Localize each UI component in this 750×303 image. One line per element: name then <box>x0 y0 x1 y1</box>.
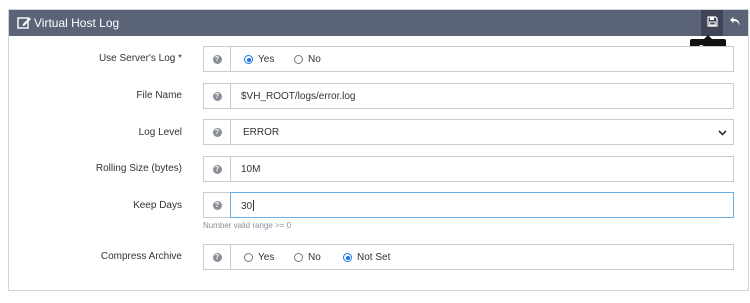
use-server-log-radio-group: Yes No <box>230 46 734 72</box>
rolling-size-label: Rolling Size (bytes) <box>95 163 182 174</box>
undo-arrow-icon <box>729 16 741 30</box>
log-level-select[interactable]: ERROR <box>230 119 734 145</box>
compress-archive-not-set-radio[interactable]: Not Set <box>343 252 390 263</box>
compress-archive-yes-radio[interactable]: Yes <box>244 252 274 263</box>
file-name-input[interactable]: $VH_ROOT/logs/error.log <box>230 83 734 109</box>
compress-archive-label: Compress Archive <box>100 251 182 262</box>
text-caret <box>253 200 255 211</box>
file-name-label: File Name <box>136 90 182 101</box>
floppy-disk-icon <box>706 16 718 30</box>
save-button[interactable] <box>701 10 723 36</box>
compress-archive-help-icon[interactable]: ? <box>203 244 230 270</box>
file-name-help-icon[interactable]: ? <box>203 83 230 109</box>
edit-icon <box>16 15 32 31</box>
panel-header: Virtual Host Log <box>9 10 748 36</box>
rolling-size-input[interactable]: 10M <box>230 156 734 182</box>
chevron-down-icon <box>718 128 727 139</box>
use-server-log-no-radio[interactable]: No <box>294 54 321 65</box>
compress-archive-no-radio[interactable]: No <box>294 252 321 263</box>
panel-title: Virtual Host Log <box>34 16 120 30</box>
log-level-help-icon[interactable]: ? <box>203 119 230 145</box>
keep-days-help-icon[interactable]: ? <box>203 192 230 218</box>
keep-days-hint: Number valid range >= 0 <box>203 221 292 230</box>
rolling-size-help-icon[interactable]: ? <box>203 156 230 182</box>
use-server-log-help-icon[interactable]: ? <box>203 46 230 72</box>
log-level-label: Log Level <box>138 127 182 138</box>
use-server-log-label: Use Server's Log * <box>98 53 182 64</box>
keep-days-input[interactable]: 30 <box>230 192 734 218</box>
use-server-log-yes-radio[interactable]: Yes <box>244 54 274 65</box>
undo-button[interactable] <box>724 10 746 36</box>
keep-days-label: Keep Days <box>133 200 182 211</box>
compress-archive-radio-group: Yes No Not Set <box>230 244 734 270</box>
